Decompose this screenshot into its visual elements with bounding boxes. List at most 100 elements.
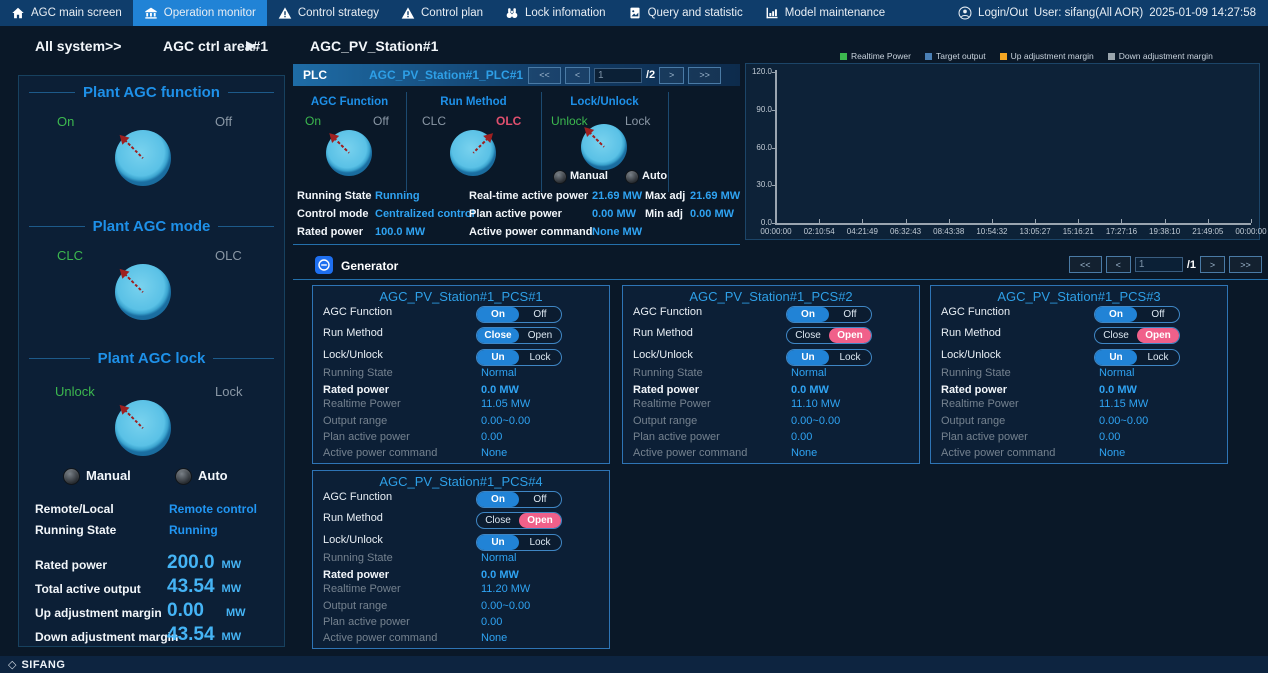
agc-function-toggle[interactable]: OnOff <box>476 306 562 323</box>
y-tick-label: 30.0 <box>748 180 772 189</box>
pcs-row: Run MethodCloseOpen <box>323 512 601 530</box>
breadcrumb-arrow-icon <box>246 41 256 51</box>
run-method-toggle-option[interactable]: Close <box>477 513 519 528</box>
agc-function-toggle[interactable]: OnOff <box>1094 306 1180 323</box>
run-method-toggle-option[interactable]: Open <box>1137 328 1179 343</box>
running-state-label: Running State <box>35 523 116 537</box>
lock-unlock-toggle-option[interactable]: Un <box>787 350 829 365</box>
manual-radio[interactable] <box>63 468 80 485</box>
agc-function-toggle-option[interactable]: Off <box>1137 307 1179 322</box>
plc-agc-function-knob[interactable] <box>326 130 372 176</box>
legend-item: Down adjustment margin <box>1108 51 1213 61</box>
breadcrumb-all-system[interactable]: All system>> <box>35 38 121 54</box>
pcs-card: AGC_PV_Station#1_PCS#1AGC FunctionOnOffR… <box>312 285 610 464</box>
agc-function-toggle-option[interactable]: On <box>477 492 519 507</box>
plc-first-page-button[interactable]: << <box>528 67 561 84</box>
lock-unlock-toggle-label: Lock/Unlock <box>941 349 1001 361</box>
y-tick-mark <box>772 72 776 73</box>
plc-last-page-button[interactable]: >> <box>688 67 721 84</box>
run-method-toggle-option[interactable]: Open <box>519 328 561 343</box>
nav-item-agc-main-screen[interactable]: AGC main screen <box>0 0 133 26</box>
agc-function-toggle-option[interactable]: On <box>477 307 519 322</box>
power-trend-chart: Realtime PowerTarget outputUp adjustment… <box>745 50 1260 240</box>
pcs-row: Run MethodCloseOpen <box>633 327 911 345</box>
pcs-running-state-label: Running State <box>323 552 393 564</box>
lock-unlock-toggle-option[interactable]: Un <box>477 350 519 365</box>
run-method-toggle-option[interactable]: Open <box>829 328 871 343</box>
login-out-link[interactable]: Login/Out <box>978 7 1028 19</box>
run-method-toggle-option[interactable]: Close <box>787 328 829 343</box>
pcs-running-state-value: Normal <box>1099 367 1134 379</box>
agc-function-toggle-option[interactable]: Off <box>829 307 871 322</box>
run-method-toggle-option[interactable]: Open <box>519 513 561 528</box>
x-axis-line <box>775 223 1251 225</box>
agc-function-toggle[interactable]: OnOff <box>786 306 872 323</box>
plant-agc-mode-title: Plant AGC mode <box>29 218 274 235</box>
plc-manual-radio[interactable] <box>553 170 567 184</box>
run-method-toggle-option[interactable]: Close <box>477 328 519 343</box>
agc-function-toggle-option[interactable]: On <box>787 307 829 322</box>
top-nav: AGC main screen Operation monitor Contro… <box>0 0 1268 26</box>
x-tick-mark <box>776 219 777 223</box>
generator-prev-page-button[interactable]: < <box>1106 256 1131 273</box>
pcs-row: Run MethodCloseOpen <box>323 327 601 345</box>
plc-header-bar: PLC AGC_PV_Station#1_PLC#1 << < /2 > >> <box>293 64 740 86</box>
plant-agc-function-knob[interactable] <box>115 130 171 186</box>
run-method-toggle[interactable]: CloseOpen <box>1094 327 1180 344</box>
run-method-toggle[interactable]: CloseOpen <box>786 327 872 344</box>
nav-item-query-statistic[interactable]: Query and statistic <box>617 0 754 26</box>
nav-item-control-strategy[interactable]: Control strategy <box>267 0 390 26</box>
generator-first-page-button[interactable]: << <box>1069 256 1102 273</box>
plc-agc-function-column: AGC Function On Off <box>293 92 407 192</box>
pcs-output-range-value: 0.00~0.00 <box>1099 415 1148 427</box>
lock-unlock-toggle-option[interactable]: Lock <box>829 350 871 365</box>
pcs-output-range-label: Output range <box>323 600 387 612</box>
nav-item-operation-monitor[interactable]: Operation monitor <box>133 0 267 26</box>
knob-needle <box>124 139 144 159</box>
plc-next-page-button[interactable]: > <box>659 67 684 84</box>
agc-function-toggle-option[interactable]: Off <box>519 307 561 322</box>
lock-unlock-toggle-option[interactable]: Un <box>477 535 519 550</box>
plc-prev-page-button[interactable]: < <box>565 67 590 84</box>
plc-auto-radio[interactable] <box>625 170 639 184</box>
plant-agc-mode-knob[interactable] <box>115 264 171 320</box>
up-adjustment-margin-label: Up adjustment margin <box>35 606 162 620</box>
generator-page-input[interactable] <box>1135 257 1183 272</box>
agc-function-toggle[interactable]: OnOff <box>476 491 562 508</box>
generator-title: Generator <box>341 259 398 273</box>
lock-unlock-toggle[interactable]: UnLock <box>786 349 872 366</box>
run-method-toggle[interactable]: CloseOpen <box>476 512 562 529</box>
nav-item-model-maintenance[interactable]: Model maintenance <box>754 0 896 26</box>
run-method-toggle-option[interactable]: Close <box>1095 328 1137 343</box>
lock-unlock-toggle[interactable]: UnLock <box>476 349 562 366</box>
generator-last-page-button[interactable]: >> <box>1229 256 1262 273</box>
pcs-realtime-power-value: 11.10 MW <box>791 398 840 410</box>
plc-realtime-power-value: 21.69 MW <box>592 190 642 202</box>
nav-item-lock-infomation[interactable]: Lock infomation <box>494 0 617 26</box>
plc-run-method-knob[interactable] <box>450 130 496 176</box>
pcs-active-power-command-label: Active power command <box>633 447 747 459</box>
nav-item-control-plan[interactable]: Control plan <box>390 0 494 26</box>
generator-next-page-button[interactable]: > <box>1200 256 1225 273</box>
agc-function-toggle-option[interactable]: On <box>1095 307 1137 322</box>
generator-pager: << < /1 > >> <box>1069 256 1262 273</box>
lock-unlock-toggle-option[interactable]: Lock <box>1137 350 1179 365</box>
auto-radio[interactable] <box>175 468 192 485</box>
legend-item: Up adjustment margin <box>1000 51 1094 61</box>
plc-page-input[interactable] <box>594 68 642 83</box>
lock-unlock-toggle[interactable]: UnLock <box>1094 349 1180 366</box>
agc-mode-olc-label: OLC <box>215 248 242 263</box>
lock-unlock-toggle-option[interactable]: Lock <box>519 350 561 365</box>
agc-function-off-label: Off <box>215 114 232 129</box>
lock-unlock-toggle[interactable]: UnLock <box>476 534 562 551</box>
plc-lock-unlock-knob[interactable] <box>581 124 627 170</box>
run-method-toggle[interactable]: CloseOpen <box>476 327 562 344</box>
plant-agc-panel: Plant AGC function On Off Plant AGC mode… <box>18 75 285 647</box>
legend-label: Down adjustment margin <box>1119 51 1213 61</box>
pcs-row: Active power commandNone <box>941 447 1219 465</box>
plc-off-label: Off <box>373 114 389 128</box>
plant-agc-lock-knob[interactable] <box>115 400 171 456</box>
lock-unlock-toggle-option[interactable]: Lock <box>519 535 561 550</box>
lock-unlock-toggle-option[interactable]: Un <box>1095 350 1137 365</box>
agc-function-toggle-option[interactable]: Off <box>519 492 561 507</box>
